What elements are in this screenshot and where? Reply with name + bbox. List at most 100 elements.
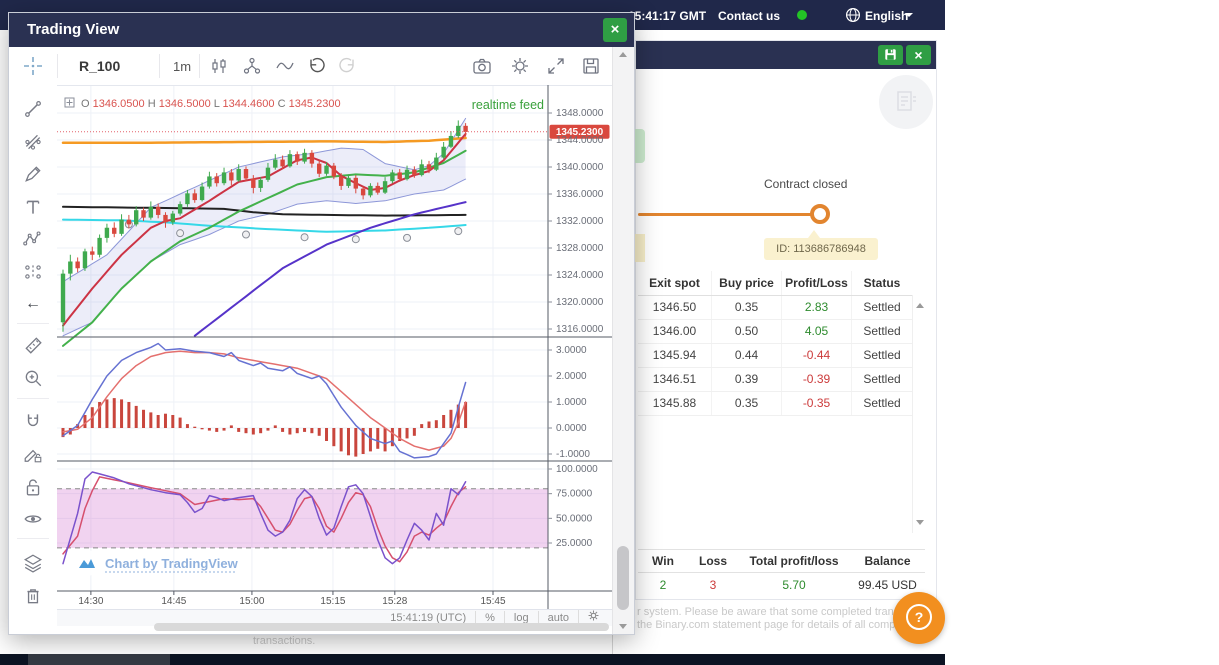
trades-table-body: 1346.50 0.35 2.83 Settled 1346.00 0.50 4.05 Set…: [638, 296, 912, 416]
zoom-in-icon[interactable]: [23, 368, 43, 388]
forecast-tool-icon[interactable]: [23, 262, 43, 282]
svg-text:15:45: 15:45: [480, 596, 505, 607]
drawing-lock-icon[interactable]: [23, 444, 43, 464]
svg-text:-1.0000: -1.0000: [556, 449, 590, 460]
toolbar-separator: [199, 54, 200, 78]
modal-titlebar[interactable]: Trading View ×: [9, 13, 634, 47]
table-cell: 0.35: [711, 296, 781, 319]
toolbar-separator: [57, 54, 58, 78]
svg-text:2.0000: 2.0000: [556, 371, 587, 382]
column-divider: [612, 633, 613, 654]
trades-table-scrollbar[interactable]: [912, 295, 926, 533]
snapshot-camera-icon[interactable]: [472, 56, 492, 76]
scroll-up-icon[interactable]: [619, 52, 627, 57]
undo-icon[interactable]: [307, 56, 327, 76]
settings-gear-icon[interactable]: [510, 56, 530, 76]
svg-text:14:30: 14:30: [78, 596, 103, 607]
svg-text:1348.0000: 1348.0000: [556, 108, 604, 119]
lock-all-icon[interactable]: [23, 477, 43, 497]
globe-icon: [845, 7, 861, 23]
svg-text:1336.0000: 1336.0000: [556, 189, 604, 200]
table-cell: -0.44: [781, 344, 851, 367]
table-cell: 2.83: [781, 296, 851, 319]
table-cell: 1346.00: [652, 324, 697, 338]
table-cell: 1345.94: [652, 348, 697, 362]
line-style-icon[interactable]: [275, 56, 295, 76]
summary-value: 5.70: [782, 578, 806, 592]
modal-close-button[interactable]: ×: [603, 18, 627, 42]
help-button[interactable]: ?: [893, 592, 945, 644]
measure-ruler-icon[interactable]: [23, 335, 43, 355]
language-selector[interactable]: English: [865, 9, 908, 23]
crosshair-icon[interactable]: [23, 56, 43, 76]
modal-vertical-scrollbar[interactable]: [612, 47, 634, 634]
tradingview-chart-canvas[interactable]: 1345.23001348.00001344.00001340.00001336…: [57, 85, 612, 626]
layers-icon[interactable]: [23, 553, 43, 573]
column-header: Exit spot: [649, 276, 700, 290]
gmt-clock: 15:41:17 GMT: [628, 9, 707, 23]
contract-progress-marker[interactable]: [810, 204, 830, 224]
table-cell: 0.50: [711, 320, 781, 343]
gear-icon: [588, 610, 599, 621]
table-cell: 1346.51: [652, 372, 697, 386]
trend-line-tool-icon[interactable]: [23, 99, 43, 119]
interval-selector[interactable]: 1m: [173, 59, 191, 74]
question-mark-icon: ?: [906, 604, 932, 630]
trash-icon[interactable]: [23, 586, 43, 606]
chart-area[interactable]: 1345.2300 1348.0000 1344.0000 1340.0000 1336…: [57, 85, 612, 626]
panel-close-button[interactable]: ×: [906, 45, 931, 65]
svg-text:0.0000: 0.0000: [556, 423, 587, 434]
gann-fibonacci-tool-icon[interactable]: [23, 132, 43, 152]
save-icon: [885, 49, 896, 60]
summary-table-values: 2 3 5.70 99.45 USD: [638, 573, 925, 597]
xabcd-pattern-tool-icon[interactable]: [23, 229, 43, 249]
scroll-down-icon[interactable]: [916, 520, 924, 525]
arrow-back-icon[interactable]: ←: [23, 294, 43, 314]
table-row[interactable]: 1345.94 0.44 -0.44 Settled: [638, 344, 912, 368]
save-layout-icon[interactable]: [581, 56, 601, 76]
table-cell: Settled: [851, 296, 912, 319]
stochastic-band: [57, 488, 548, 549]
cut-buy-button[interactable]: [635, 129, 645, 163]
scroll-down-icon[interactable]: [619, 624, 627, 629]
redo-icon[interactable]: [337, 56, 357, 76]
summary-table: Win Loss Total profit/loss Balance 2 3 5.70 99…: [638, 549, 925, 597]
contract-progress-line: [638, 213, 819, 216]
svg-text:3.0000: 3.0000: [556, 345, 587, 356]
fullscreen-icon[interactable]: [546, 56, 566, 76]
summary-header: Loss: [698, 554, 727, 568]
scroll-up-icon[interactable]: [916, 303, 924, 308]
panel-save-button[interactable]: [878, 45, 903, 65]
summary-value: 2: [659, 578, 667, 592]
svg-text:15:00: 15:00: [239, 596, 264, 607]
table-row[interactable]: 1345.88 0.35 -0.35 Settled: [638, 392, 912, 416]
table-row[interactable]: 1346.00 0.50 4.05 Settled: [638, 320, 912, 344]
contract-id-badge: ID: 113686786948: [764, 238, 878, 260]
indicators-icon[interactable]: [242, 56, 262, 76]
summary-button[interactable]: [879, 75, 933, 129]
contact-us-link[interactable]: Contact us: [718, 9, 780, 23]
column-header: Status: [851, 271, 912, 295]
tools-separator: [17, 398, 49, 399]
chevron-down-icon[interactable]: [905, 13, 913, 21]
svg-text:O 1346.0500 H 1346.5000 L 13: O 1346.0500 H 1346.5000 L 1344.4600 C 13…: [81, 98, 341, 110]
table-row[interactable]: 1346.50 0.35 2.83 Settled: [638, 296, 912, 320]
svg-text:1.0000: 1.0000: [556, 397, 587, 408]
table-row[interactable]: 1346.51 0.39 -0.39 Settled: [638, 368, 912, 392]
magnet-icon[interactable]: [23, 411, 43, 431]
scrollbar-thumb[interactable]: [617, 546, 629, 610]
disclaimer-text-line1: r system. Please be aware that some comp…: [637, 606, 923, 618]
candle-style-icon[interactable]: [209, 56, 229, 76]
disclaimer-text-line3: transactions.: [253, 635, 316, 647]
hide-all-eye-icon[interactable]: [23, 509, 43, 529]
symbol-selector[interactable]: R_100: [79, 58, 120, 74]
modal-horizontal-scrollbar[interactable]: [154, 623, 609, 631]
brush-tool-icon[interactable]: [23, 164, 43, 184]
contract-id-tooltip-notch: [808, 230, 820, 238]
toolbar-separator: [159, 54, 160, 78]
svg-text:14:45: 14:45: [161, 596, 186, 607]
svg-text:25.0000: 25.0000: [556, 538, 593, 549]
tools-separator: [17, 538, 49, 539]
table-cell: Settled: [851, 344, 912, 367]
text-tool-icon[interactable]: [23, 197, 43, 217]
